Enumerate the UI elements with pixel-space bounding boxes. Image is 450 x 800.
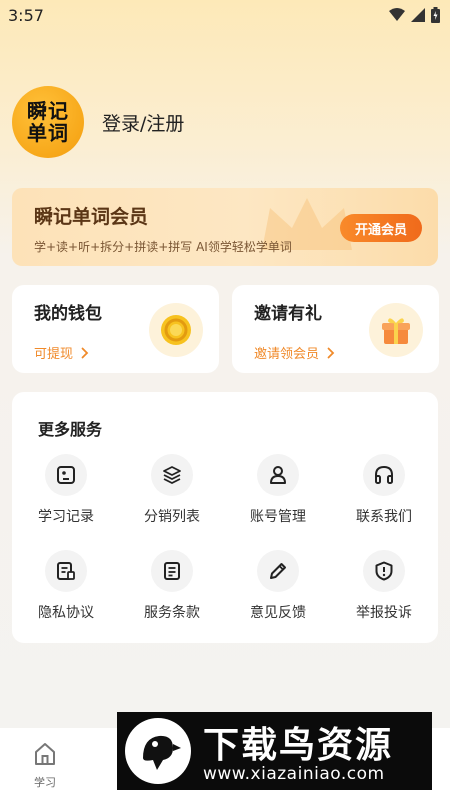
service-label: 分销列表: [144, 509, 200, 525]
service-report[interactable]: 举报投诉: [334, 550, 434, 622]
services-title: 更多服务: [38, 420, 103, 439]
service-distribution-list[interactable]: 分销列表: [122, 454, 222, 526]
watermark-title: 下载鸟资源: [203, 725, 394, 766]
signal-icon: [411, 8, 425, 22]
vip-subtitle: 学+读+听+拆分+拼读+拼写 AI领学轻松学单词: [34, 240, 292, 254]
service-label: 联系我们: [356, 509, 412, 525]
vip-card[interactable]: 瞬记单词会员 学+读+听+拆分+拼读+拼写 AI领学轻松学单词 开通会员: [12, 188, 438, 266]
invite-card[interactable]: 邀请有礼 邀请领会员: [232, 285, 439, 373]
record-icon: [45, 454, 87, 496]
status-icons: [389, 7, 440, 23]
service-feedback[interactable]: 意见反馈: [228, 550, 328, 622]
layers-icon: [151, 454, 193, 496]
home-icon: [35, 743, 55, 765]
invite-link-label: 邀请领会员: [254, 347, 320, 362]
chevron-right-icon: [327, 347, 335, 358]
service-label: 服务条款: [144, 605, 200, 621]
service-terms[interactable]: 服务条款: [122, 550, 222, 622]
service-label: 学习记录: [38, 509, 94, 525]
invite-title: 邀请有礼: [254, 304, 322, 324]
battery-icon: [431, 7, 440, 23]
more-services-panel: 更多服务 学习记录 分销列表 账号管理 联系我们 隐私协议 服务条款 意见反馈 …: [12, 392, 438, 643]
avatar[interactable]: 瞬记 单词: [12, 86, 84, 158]
invite-link[interactable]: 邀请领会员: [254, 343, 335, 362]
tab-learn-label: 学习: [34, 776, 56, 789]
service-privacy-policy[interactable]: 隐私协议: [16, 550, 116, 622]
withdraw-link[interactable]: 可提现: [34, 343, 89, 362]
login-register-link[interactable]: 登录/注册: [102, 109, 184, 136]
wallet-card[interactable]: 我的钱包 可提现: [12, 285, 219, 373]
pencil-icon: [257, 550, 299, 592]
status-bar: 3:57: [0, 0, 450, 32]
profile-header[interactable]: 瞬记 单词 登录/注册: [12, 86, 184, 158]
user-icon: [257, 454, 299, 496]
coin-icon: [149, 303, 203, 357]
status-time: 3:57: [8, 6, 44, 25]
watermark-logo: [125, 718, 191, 784]
terms-doc-icon: [151, 550, 193, 592]
report-shield-icon: [363, 550, 405, 592]
service-account-management[interactable]: 账号管理: [228, 454, 328, 526]
vip-title: 瞬记单词会员: [34, 206, 149, 228]
wallet-title: 我的钱包: [34, 304, 102, 324]
gift-icon: [369, 303, 423, 357]
service-label: 举报投诉: [356, 605, 412, 621]
service-study-record[interactable]: 学习记录: [16, 454, 116, 526]
privacy-doc-icon: [45, 550, 87, 592]
withdraw-link-label: 可提现: [34, 347, 74, 362]
service-label: 意见反馈: [250, 605, 306, 621]
watermark-url: www.xiazainiao.com: [203, 764, 385, 784]
service-label: 隐私协议: [38, 605, 94, 621]
tab-learn[interactable]: 学习: [24, 740, 66, 790]
service-label: 账号管理: [250, 509, 306, 525]
open-membership-button[interactable]: 开通会员: [340, 214, 422, 242]
watermark-banner: 下载鸟资源 www.xiazainiao.com: [117, 712, 432, 790]
avatar-text-line1: 瞬记: [27, 99, 69, 123]
chevron-right-icon: [81, 347, 89, 358]
wifi-icon: [389, 8, 405, 21]
service-contact-us[interactable]: 联系我们: [334, 454, 434, 526]
avatar-text-line2: 单词: [27, 121, 69, 145]
headphones-icon: [363, 454, 405, 496]
